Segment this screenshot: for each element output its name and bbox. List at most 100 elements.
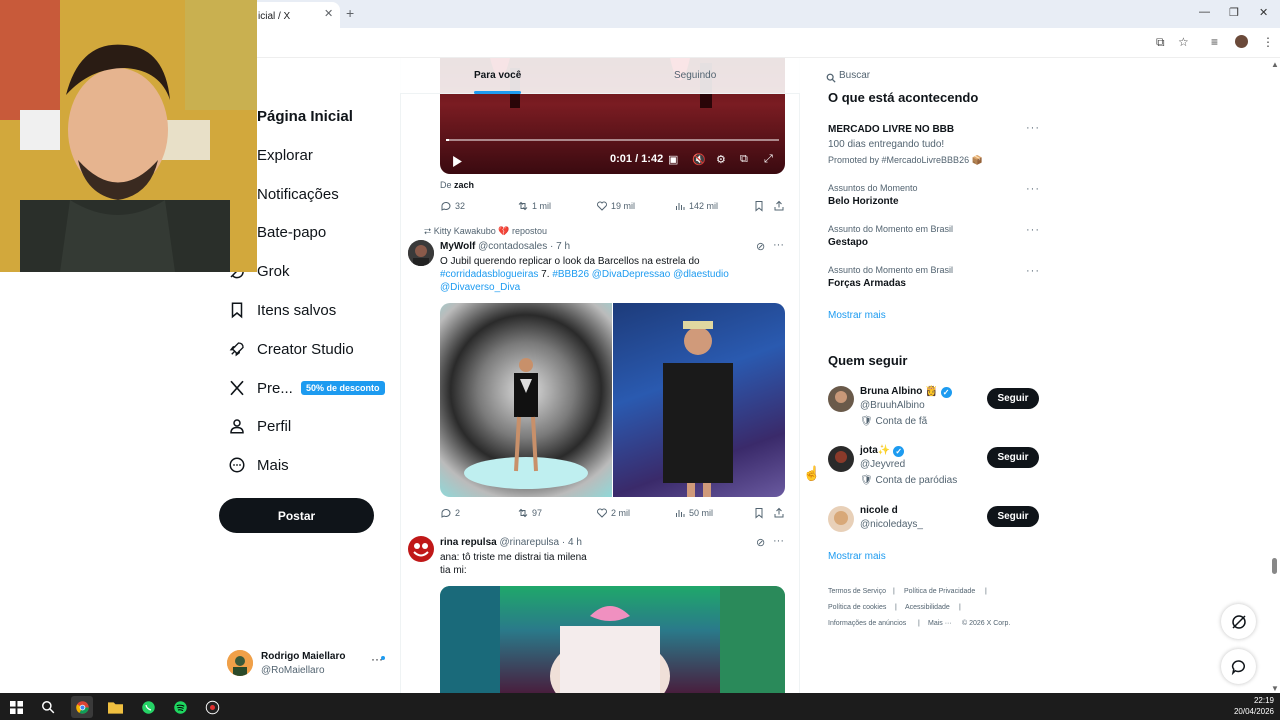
grok-icon[interactable]: ⊘ [756, 240, 765, 253]
fullscreen-icon[interactable]: ⤢ [764, 153, 773, 166]
like-button[interactable]: 19 mil [596, 200, 635, 212]
repost-button[interactable]: 97 [517, 507, 542, 519]
scrollbar-thumb[interactable] [1272, 558, 1277, 574]
scroll-up-arrow-icon[interactable]: ▲ [1271, 60, 1279, 69]
post-time[interactable]: · 7 h [550, 241, 570, 252]
trends-show-more-link[interactable]: Mostrar mais [828, 310, 886, 321]
reading-list-icon[interactable]: ≡ [1211, 35, 1218, 49]
taskbar-clock-date[interactable]: 20/04/2026 [1230, 707, 1274, 716]
tab-for-you[interactable]: Para você [474, 70, 521, 81]
nav-profile[interactable]: Perfil [228, 411, 291, 441]
minimize-button[interactable]: — [1199, 6, 1210, 18]
close-window-button[interactable]: ✕ [1259, 6, 1268, 19]
avatar[interactable] [408, 536, 434, 562]
whatsapp-icon[interactable] [137, 696, 159, 718]
settings-gear-icon[interactable]: ⚙ [716, 153, 726, 166]
nav-bookmarks[interactable]: Itens salvos [228, 295, 336, 325]
footer-terms-link[interactable]: Termos de Serviço [828, 588, 886, 595]
messages-floating-button[interactable] [1221, 649, 1256, 684]
post-author-name[interactable]: rina repulsa [440, 537, 497, 548]
follow-button[interactable]: Seguir [987, 506, 1039, 527]
like-button[interactable]: 2 mil [596, 507, 630, 519]
avatar[interactable] [828, 506, 854, 532]
views-button[interactable]: 142 mil [674, 200, 718, 212]
captions-icon[interactable]: ▣ [668, 153, 678, 166]
bookmark-star-icon[interactable]: ☆ [1178, 35, 1189, 49]
chrome-icon[interactable] [71, 696, 93, 718]
footer-accessibility-link[interactable]: Acessibilidade [905, 604, 950, 611]
trend-name[interactable]: Gestapo [828, 237, 868, 248]
browser-profile-avatar[interactable] [1235, 35, 1248, 48]
tab-following[interactable]: Seguindo [674, 70, 716, 81]
video-source-name[interactable]: zach [454, 180, 474, 190]
follow-button[interactable]: Seguir [987, 447, 1039, 468]
play-icon[interactable] [452, 154, 463, 172]
account-switcher[interactable]: Rodrigo Maiellaro @RoMaiellaro ··· [227, 648, 387, 680]
share-button[interactable] [773, 507, 788, 519]
follow-suggestion-handle[interactable]: @nicoledays_ [860, 519, 923, 530]
tab-close-icon[interactable]: ✕ [324, 7, 333, 20]
more-icon[interactable]: ··· [773, 535, 784, 547]
reply-button[interactable]: 32 [440, 200, 465, 212]
nav-premium[interactable]: Pre... [228, 373, 293, 403]
new-tab-button[interactable]: + [346, 5, 354, 21]
video-progress-bar[interactable] [446, 139, 779, 141]
hashtag-link[interactable]: #corridadasblogueiras [440, 269, 538, 280]
follow-button[interactable]: Seguir [987, 388, 1039, 409]
post-image[interactable] [440, 586, 785, 696]
maximize-button[interactable]: ❐ [1229, 6, 1239, 19]
browser-menu-icon[interactable]: ⋮ [1262, 35, 1274, 49]
search-input[interactable]: Buscar [820, 64, 1048, 88]
follow-suggestion-name[interactable]: jota✨ ✓ [860, 445, 905, 457]
nav-more[interactable]: Mais [228, 450, 289, 480]
footer-more-link[interactable]: Mais ··· [928, 620, 952, 627]
follow-suggestion-name[interactable]: nicole d [860, 505, 898, 516]
trend-name[interactable]: MERCADO LIVRE NO BBB [828, 124, 954, 135]
who-to-follow-show-more-link[interactable]: Mostrar mais [828, 551, 886, 562]
post-author-name[interactable]: MyWolf [440, 241, 475, 252]
install-app-icon[interactable]: ⧉ [1156, 35, 1165, 50]
mute-icon[interactable]: 🔇 [692, 153, 706, 166]
follow-suggestion-handle[interactable]: @BruuhAlbino [860, 400, 925, 411]
more-icon[interactable]: ··· [773, 239, 784, 251]
post-image-left[interactable] [440, 303, 612, 497]
post-author-handle[interactable]: @rinarepulsa [499, 537, 559, 548]
share-button[interactable] [773, 200, 788, 212]
more-icon[interactable]: ··· [1026, 224, 1040, 236]
file-explorer-icon[interactable] [104, 696, 126, 718]
avatar[interactable] [828, 446, 854, 472]
reply-button[interactable]: 2 [440, 507, 460, 519]
grok-floating-button[interactable] [1221, 604, 1256, 639]
trend-name[interactable]: Belo Horizonte [828, 196, 899, 207]
search-icon[interactable] [37, 696, 59, 718]
follow-suggestion-handle[interactable]: @Jeyvred [860, 459, 905, 470]
more-icon[interactable]: ··· [1026, 122, 1040, 134]
bookmark-post-button[interactable] [753, 200, 768, 212]
nav-creator-studio[interactable]: Creator Studio [228, 334, 354, 364]
post-author-handle[interactable]: @contadosales [478, 241, 547, 252]
recorder-app-icon[interactable] [201, 696, 223, 718]
taskbar-clock-time[interactable]: 22:19 [1240, 696, 1274, 705]
avatar[interactable] [828, 386, 854, 412]
hashtag-mentions-link[interactable]: #BBB26 @DivaDepressao @dlaestudio [552, 269, 729, 280]
post-image-right[interactable] [613, 303, 785, 497]
avatar[interactable] [408, 240, 434, 266]
spotify-icon[interactable] [169, 696, 191, 718]
grok-icon[interactable]: ⊘ [756, 536, 765, 549]
trend-name[interactable]: Forças Armadas [828, 278, 906, 289]
post-time[interactable]: · 4 h [562, 537, 582, 548]
picture-in-picture-icon[interactable]: ⧉ [740, 153, 748, 166]
more-icon[interactable]: ··· [1026, 183, 1040, 195]
trend-promoted[interactable]: Promoted by #MercadoLivreBBB26 📦 [828, 155, 983, 166]
mention-link[interactable]: @Divaverso_Diva [440, 282, 520, 293]
post-image-grid[interactable] [440, 303, 785, 497]
footer-ads-link[interactable]: Informações de anúncios [828, 620, 906, 627]
footer-privacy-link[interactable]: Política de Privacidade [904, 588, 975, 595]
repost-indicator-text[interactable]: Kitty Kawakubo 💔 repostou [434, 226, 547, 236]
views-button[interactable]: 50 mil [674, 507, 713, 519]
repost-button[interactable]: 1 mil [517, 200, 551, 212]
scroll-down-arrow-icon[interactable]: ▼ [1271, 684, 1279, 693]
windows-start-icon[interactable] [5, 696, 27, 718]
post-button[interactable]: Postar [219, 498, 374, 533]
footer-cookies-link[interactable]: Política de cookies [828, 604, 886, 611]
